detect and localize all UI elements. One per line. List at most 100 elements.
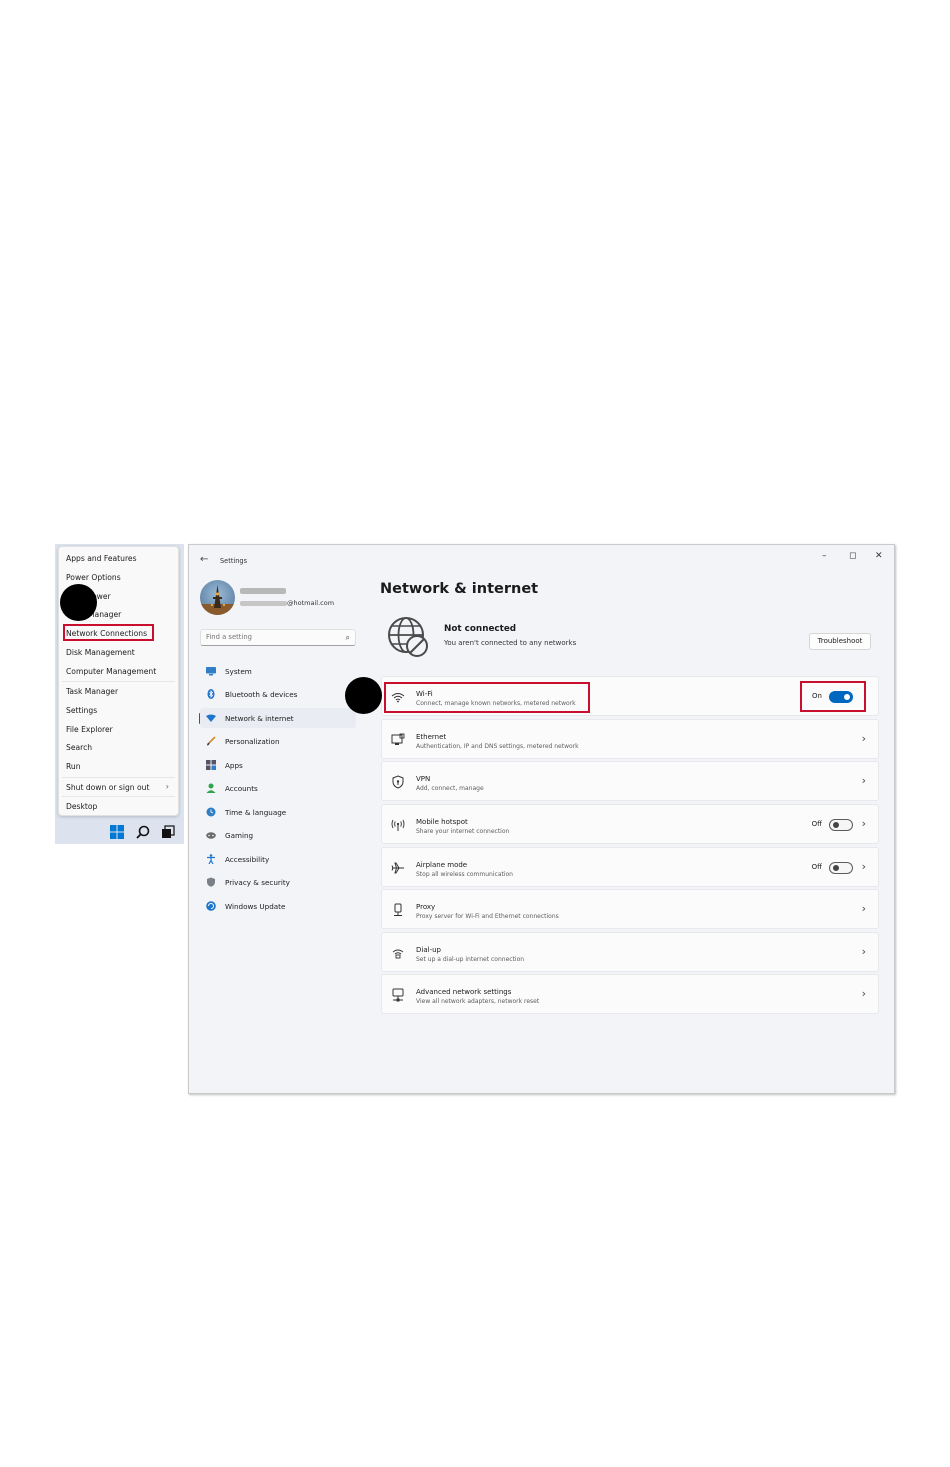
search-input[interactable] [206,633,336,641]
person-icon [206,783,216,793]
sidebar-item-label: Bluetooth & devices [225,690,298,699]
card-description: Proxy server for Wi-Fi and Ethernet conn… [416,913,559,920]
monitor-icon [206,667,216,676]
menu-item-apps-and-features[interactable]: Apps and Features [66,554,137,563]
toggle-knob [833,865,839,871]
menu-item-settings[interactable]: Settings [66,706,97,715]
sidebar-item-personalization[interactable]: Personalization [200,731,356,751]
vpn-card[interactable]: VPN Add, connect, manage › [381,761,879,801]
chevron-right-icon: › [861,860,866,873]
card-title: Proxy [416,903,436,911]
chevron-right-icon: › [861,817,866,830]
brush-icon [207,736,216,746]
sidebar-item-label: Accounts [225,784,258,793]
sidebar-item-label: Privacy & security [225,878,290,887]
step-marker [60,584,97,621]
sidebar-item-accessibility[interactable]: Accessibility [200,849,356,869]
sidebar-item-label: System [225,667,252,676]
card-description: Stop all wireless communication [416,871,513,878]
proxy-card[interactable]: Proxy Proxy server for Wi-Fi and Etherne… [381,889,879,929]
accessibility-icon [207,854,215,864]
menu-separator [62,681,175,682]
dial-up-card[interactable]: Dial-up Set up a dial-up internet connec… [381,932,879,972]
dialup-icon [392,949,404,959]
page-title: Network & internet [380,581,539,597]
card-title: Dial-up [416,946,441,954]
search-box[interactable]: ⌕ [200,629,356,646]
sidebar-item-gaming[interactable]: Gaming [200,825,356,845]
highlight-box-wifi-toggle [800,681,866,712]
title-bar: ← Settings – ◻ ✕ [189,545,894,573]
start-icon[interactable] [110,825,124,839]
ethernet-icon [391,733,405,745]
menu-item-search[interactable]: Search [66,743,92,752]
back-arrow-icon[interactable]: ← [200,554,208,565]
card-description: Authentication, IP and DNS settings, met… [416,743,579,750]
menu-item-desktop[interactable]: Desktop [66,802,97,811]
toggle-state-label: Off [811,820,822,828]
menu-separator [62,777,175,778]
menu-item-computer-management[interactable]: Computer Management [66,667,156,676]
menu-item-power-options[interactable]: Power Options [66,573,121,582]
advanced-network-settings-card[interactable]: Advanced network settings View all netwo… [381,974,879,1014]
task-view-icon[interactable] [161,825,175,839]
avatar[interactable] [200,580,235,615]
vpn-shield-icon [392,775,404,789]
highlight-box-network-connections [63,624,154,641]
eiffel-tower-photo [200,585,235,615]
mobile-hotspot-toggle[interactable] [829,819,853,831]
airplane-icon [391,862,404,874]
menu-item-file-explorer[interactable]: File Explorer [66,725,113,734]
sidebar-item-bluetooth[interactable]: Bluetooth & devices [200,684,356,704]
airplane-mode-toggle[interactable] [829,862,853,874]
sidebar-item-label: Network & internet [225,714,294,723]
card-title: VPN [416,775,431,783]
sidebar-item-privacy[interactable]: Privacy & security [200,872,356,892]
chevron-right-icon: › [165,782,169,791]
chevron-right-icon: › [861,987,866,1000]
menu-item-run[interactable]: Run [66,762,81,771]
hotspot-icon [391,819,405,831]
sidebar-item-label: Personalization [225,737,280,746]
status-subtitle: You aren't connected to any networks [444,639,577,647]
apps-icon [206,760,216,770]
troubleshoot-button[interactable]: Troubleshoot [809,633,871,650]
minimize-button[interactable]: – [822,551,827,561]
sidebar-item-label: Windows Update [225,902,286,911]
menu-item-shut-down[interactable]: Shut down or sign out [66,783,149,792]
sidebar-item-accounts[interactable]: Accounts [200,778,356,798]
sidebar-item-label: Time & language [225,808,287,817]
update-icon [206,901,216,911]
mobile-hotspot-card[interactable]: Mobile hotspot Share your internet conne… [381,804,879,844]
taskbar [55,820,184,844]
sidebar-item-label: Gaming [225,831,254,840]
menu-item-disk-management[interactable]: Disk Management [66,648,135,657]
profile-email-blurred [240,601,287,606]
chevron-right-icon: › [861,945,866,958]
maximize-button[interactable]: ◻ [849,551,856,561]
sidebar-item-windows-update[interactable]: Windows Update [200,896,356,916]
card-description: View all network adapters, network reset [416,998,540,1005]
sidebar-item-system[interactable]: System [200,661,356,681]
bluetooth-icon [207,689,215,699]
sidebar-item-time-language[interactable]: Time & language [200,802,356,822]
sidebar-item-label: Accessibility [225,855,270,864]
card-title: Advanced network settings [416,988,512,996]
window-title: Settings [220,557,248,565]
shield-icon [207,877,215,887]
gamepad-icon [206,832,216,839]
settings-window: ← Settings – ◻ ✕ @hotmail.com ⌕ System B… [188,544,895,1094]
profile-name-blurred [240,588,286,594]
sidebar-item-apps[interactable]: Apps [200,755,356,775]
ethernet-card[interactable]: Ethernet Authentication, IP and DNS sett… [381,719,879,759]
close-button[interactable]: ✕ [875,551,883,561]
card-description: Share your internet connection [416,828,510,835]
search-icon[interactable] [136,825,150,839]
wifi-diamond-icon [206,714,216,722]
airplane-mode-card[interactable]: Airplane mode Stop all wireless communic… [381,847,879,887]
menu-item-task-manager[interactable]: Task Manager [66,687,118,696]
network-adapter-icon [392,988,404,1002]
search-icon[interactable]: ⌕ [346,633,350,643]
sidebar-item-network[interactable]: Network & internet [200,708,356,728]
globe-clock-icon [206,807,216,817]
